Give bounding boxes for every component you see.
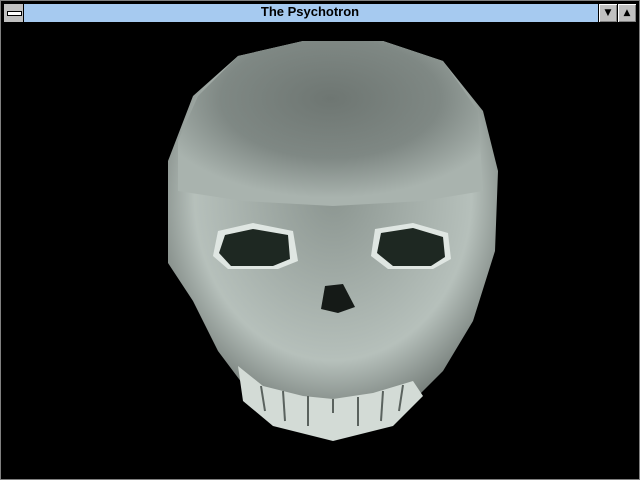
minimize-arrow-icon: ▼	[604, 8, 612, 18]
title-bar[interactable]: The Psychotron ▼ ▲	[3, 3, 637, 23]
skull-image	[168, 41, 498, 441]
maximize-arrow-icon: ▲	[623, 8, 631, 18]
psychotron-window: The Psychotron ▼ ▲	[0, 0, 640, 480]
eye-left	[219, 229, 290, 266]
system-menu-icon	[7, 11, 22, 16]
window-title: The Psychotron	[260, 4, 360, 19]
minimize-button[interactable]: ▼	[598, 4, 617, 22]
render-area	[3, 23, 637, 477]
skull-forehead	[178, 41, 483, 206]
system-menu-button[interactable]	[4, 4, 24, 22]
maximize-button[interactable]: ▲	[617, 4, 636, 22]
